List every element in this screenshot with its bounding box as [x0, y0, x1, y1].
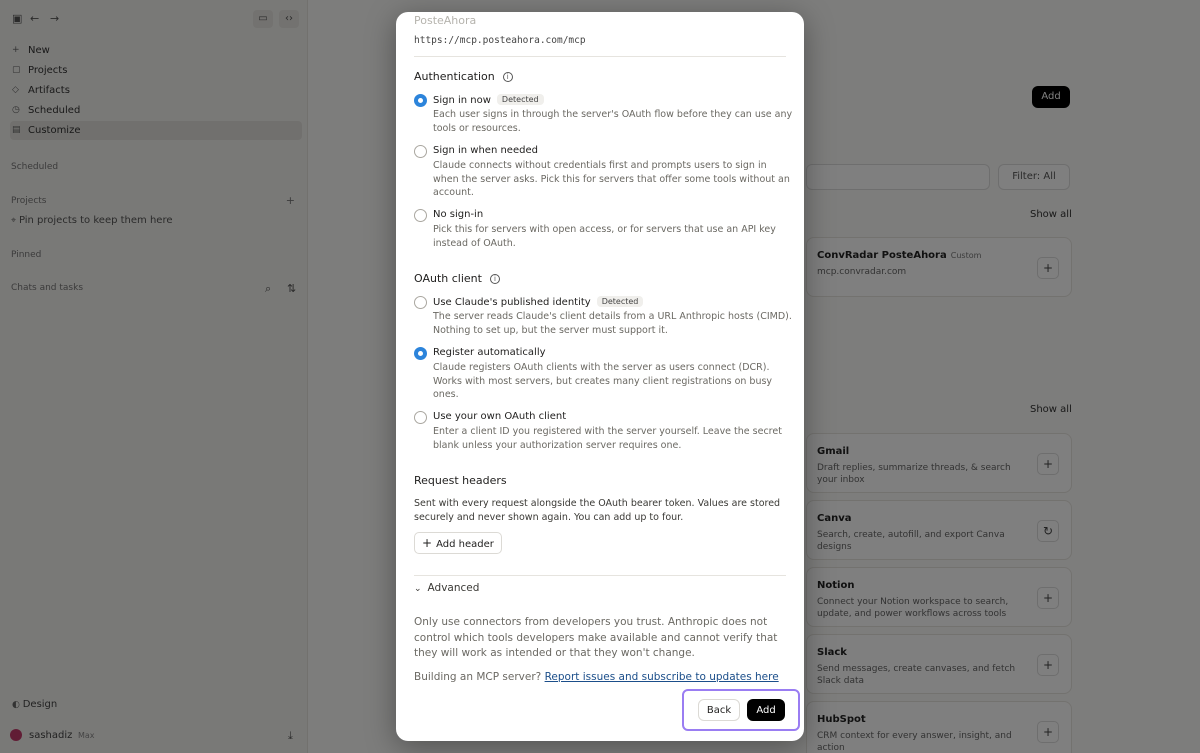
option-label-text: Use Claude's published identity	[433, 297, 591, 308]
option-label-register-automatically[interactable]: Register automatically	[433, 347, 546, 358]
option-label-published-identity[interactable]: Use Claude's published identity Detected	[433, 296, 644, 308]
option-label-own-oauth-client[interactable]: Use your own OAuth client	[433, 411, 566, 422]
option-desc-sign-in-when-needed: Claude connects without credentials firs…	[433, 160, 790, 198]
divider	[414, 575, 786, 576]
info-icon[interactable]: i	[489, 274, 500, 284]
oauth-client-title-text: OAuth client	[414, 272, 482, 285]
add-button[interactable]: Add	[747, 699, 785, 721]
detected-badge: Detected	[596, 296, 644, 307]
detected-badge: Detected	[496, 94, 544, 105]
authentication-title: Authentication i	[414, 70, 513, 83]
option-desc-sign-in-now: Each user signs in through the server's …	[433, 109, 793, 134]
server-url: https://mcp.posteahora.com/mcp	[414, 35, 586, 46]
option-label-sign-in-when-needed[interactable]: Sign in when needed	[433, 145, 538, 156]
radio-published-identity[interactable]	[414, 296, 427, 309]
add-header-label: Add header	[436, 539, 494, 550]
option-label-no-sign-in[interactable]: No sign-in	[433, 209, 483, 220]
plus-icon: +	[422, 536, 433, 550]
radio-sign-in-when-needed[interactable]	[414, 145, 427, 158]
report-issues-link[interactable]: Report issues and subscribe to updates h…	[545, 671, 779, 683]
radio-register-automatically[interactable]	[414, 347, 427, 360]
chevron-down-icon: ⌄	[414, 584, 422, 594]
oauth-client-title: OAuth client i	[414, 272, 500, 285]
trust-disclaimer: Only use connectors from developers you …	[414, 616, 778, 659]
option-desc-own-oauth-client: Enter a client ID you registered with th…	[433, 426, 782, 451]
server-name: PosteAhora	[414, 14, 477, 27]
option-desc-register-automatically: Claude registers OAuth clients with the …	[433, 362, 773, 400]
info-icon[interactable]: i	[502, 72, 513, 82]
request-headers-title: Request headers	[414, 474, 507, 487]
option-label-text: Sign in now	[433, 95, 491, 106]
option-desc-published-identity: The server reads Claude's client details…	[433, 311, 792, 336]
option-desc-no-sign-in: Pick this for servers with open access, …	[433, 224, 776, 249]
option-label-sign-in-now[interactable]: Sign in now Detected	[433, 94, 544, 106]
divider	[414, 56, 786, 57]
request-headers-desc: Sent with every request alongside the OA…	[414, 498, 781, 523]
radio-sign-in-now[interactable]	[414, 94, 427, 107]
advanced-toggle[interactable]: ⌄ Advanced	[414, 582, 479, 594]
back-button[interactable]: Back	[698, 699, 740, 721]
building-mcp-line: Building an MCP server? Report issues an…	[414, 671, 779, 683]
radio-no-sign-in[interactable]	[414, 209, 427, 222]
add-header-button[interactable]: + Add header	[414, 532, 502, 554]
advanced-label: Advanced	[427, 582, 480, 594]
radio-own-oauth-client[interactable]	[414, 411, 427, 424]
building-prefix: Building an MCP server?	[414, 671, 542, 683]
add-connector-modal: PosteAhora https://mcp.posteahora.com/mc…	[396, 12, 804, 741]
authentication-title-text: Authentication	[414, 70, 495, 83]
